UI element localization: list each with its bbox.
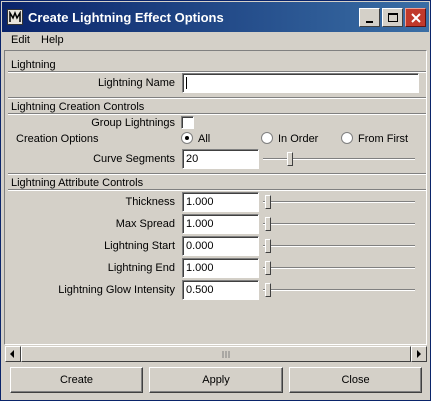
group-lightnings-checkbox[interactable] (181, 116, 194, 129)
section-title-creation: Lightning Creation Controls (11, 101, 145, 113)
section-title-attributes: Lightning Attribute Controls (11, 177, 144, 189)
divider (8, 189, 426, 191)
lightning-end-input[interactable]: 1.000 (182, 258, 259, 278)
section-title-lightning: Lightning (11, 59, 56, 71)
radio-in-order-label: In Order (278, 133, 319, 145)
slider-thumb[interactable] (287, 152, 293, 166)
radio-all[interactable] (181, 132, 193, 144)
divider (8, 113, 426, 115)
thickness-input[interactable]: 1.000 (182, 192, 259, 212)
divider (8, 173, 426, 175)
horizontal-scrollbar[interactable] (5, 346, 427, 362)
max-spread-label: Max Spread (115, 218, 175, 230)
lightning-end-label: Lightning End (107, 262, 175, 274)
glow-intensity-label: Lightning Glow Intensity (58, 284, 175, 296)
radio-from-first-label: From First (358, 133, 409, 145)
options-window: Create Lightning Effect Options Edit Hel… (0, 0, 431, 401)
creation-options-label: Creation Options (16, 133, 99, 145)
scroll-left-button[interactable] (5, 346, 21, 362)
slider-thumb[interactable] (265, 195, 271, 209)
curve-segments-label: Curve Segments (93, 153, 175, 165)
arrow-left-icon (10, 350, 14, 358)
curve-segments-input[interactable]: 20 (182, 149, 259, 169)
radio-in-order[interactable] (261, 132, 273, 144)
max-spread-slider[interactable] (263, 217, 415, 231)
scroll-right-button[interactable] (411, 346, 427, 362)
options-panel: Lightning Lightning Name Lightning Creat… (4, 50, 427, 345)
create-button[interactable]: Create (10, 367, 143, 393)
close-window-button[interactable] (405, 8, 426, 27)
lightning-name-label: Lightning Name (97, 77, 175, 89)
slider-thumb[interactable] (265, 283, 271, 297)
thickness-slider[interactable] (263, 195, 415, 209)
curve-segments-slider[interactable] (263, 152, 415, 166)
slider-thumb[interactable] (265, 239, 271, 253)
radio-from-first[interactable] (341, 132, 353, 144)
maximize-button[interactable] (382, 8, 403, 27)
scroll-thumb[interactable] (21, 346, 411, 362)
lightning-start-slider[interactable] (263, 239, 415, 253)
window-title: Create Lightning Effect Options (28, 10, 224, 25)
radio-all-label: All (198, 133, 211, 145)
grip-icon (222, 351, 230, 358)
close-icon (411, 13, 421, 23)
minimize-button[interactable] (359, 8, 380, 27)
menu-bar: Edit Help (2, 32, 429, 49)
lightning-start-input[interactable]: 0.000 (182, 236, 259, 256)
divider (8, 97, 426, 99)
close-button[interactable]: Close (289, 367, 422, 393)
lightning-start-label: Lightning Start (104, 240, 175, 252)
lightning-end-slider[interactable] (263, 261, 415, 275)
thickness-label: Thickness (125, 196, 175, 208)
title-bar[interactable]: Create Lightning Effect Options (2, 2, 429, 32)
glow-intensity-slider[interactable] (263, 283, 415, 297)
glow-intensity-input[interactable]: 0.500 (182, 280, 259, 300)
menu-help[interactable]: Help (41, 34, 64, 46)
slider-thumb[interactable] (265, 217, 271, 231)
lightning-name-input[interactable] (182, 73, 419, 93)
maya-app-icon (7, 9, 23, 25)
max-spread-input[interactable]: 1.000 (182, 214, 259, 234)
group-lightnings-label: Group Lightnings (91, 117, 175, 129)
slider-thumb[interactable] (265, 261, 271, 275)
menu-edit[interactable]: Edit (11, 34, 30, 46)
apply-button[interactable]: Apply (149, 367, 283, 393)
arrow-right-icon (417, 350, 421, 358)
